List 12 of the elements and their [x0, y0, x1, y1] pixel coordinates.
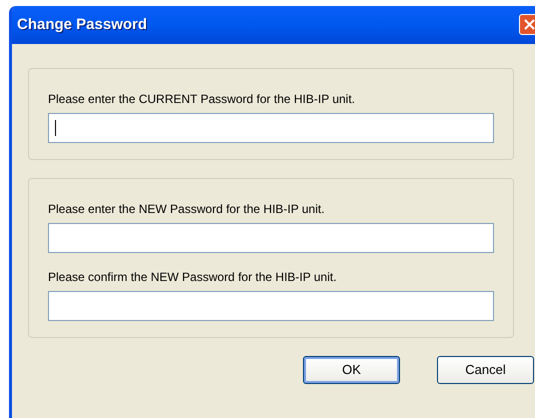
text-cursor — [55, 120, 56, 136]
password-field[interactable] — [48, 291, 494, 321]
close-icon — [524, 19, 535, 30]
field-label: Please enter the CURRENT Password for the HIB-IP unit. — [48, 91, 356, 107]
dialog-button[interactable]: Cancel — [437, 356, 534, 384]
close-button[interactable] — [519, 14, 535, 35]
field-label: Please enter the NEW Password for the HIB-IP unit. — [48, 201, 326, 217]
field-label: Please confirm the NEW Password for the HIB-IP unit. — [48, 269, 338, 285]
password-field[interactable] — [48, 223, 494, 253]
dialog-button[interactable]: OK — [303, 356, 400, 384]
window-title: Change Password — [17, 14, 148, 35]
password-field[interactable] — [48, 113, 494, 143]
